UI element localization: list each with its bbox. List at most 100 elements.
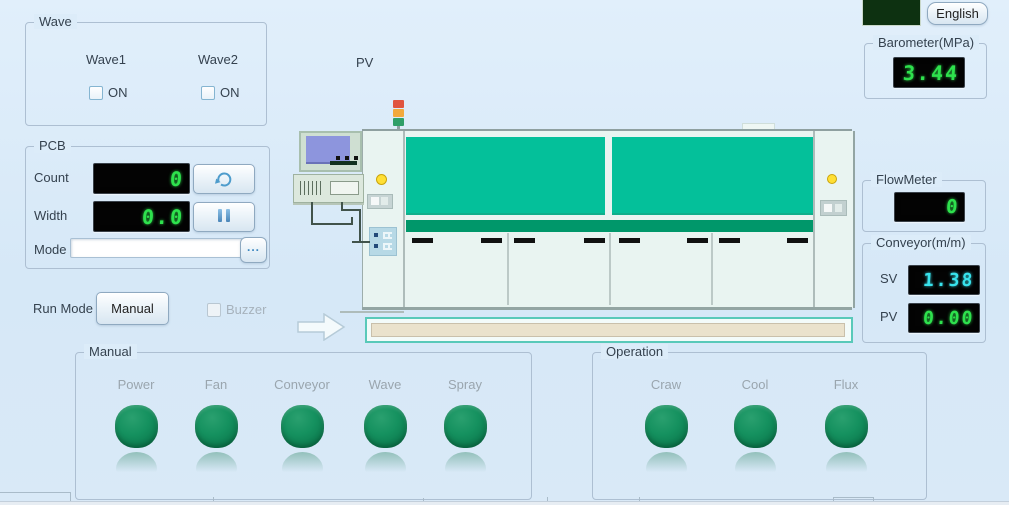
barometer-display: 3.44	[893, 57, 965, 88]
manual-wave-button[interactable]: Wave	[343, 377, 427, 478]
conveyor-sv-label: SV	[880, 271, 897, 286]
flowmeter-title: FlowMeter	[871, 172, 942, 187]
sphere-reflection	[365, 452, 406, 478]
pcb-mode-browse-button[interactable]: ...	[240, 237, 267, 263]
flux-sphere-button[interactable]	[825, 405, 868, 448]
power-sphere-button[interactable]	[115, 405, 158, 448]
pc-monitor-icon	[299, 131, 362, 172]
operation-flux-button[interactable]: Flux	[804, 377, 888, 478]
cabinet-door-divider	[609, 233, 611, 305]
conveyor-sv-display: 1.38	[908, 265, 980, 295]
pcb-group: PCB Count 0 Width 0.0 Mode ...	[25, 146, 270, 269]
door-handle	[412, 238, 433, 243]
fan-sphere-button[interactable]	[195, 405, 238, 448]
operation-cool-button[interactable]: Cool	[713, 377, 797, 478]
chassis-display-slot	[330, 181, 359, 195]
cabinet-door-divider	[507, 233, 509, 305]
chassis-vents	[300, 181, 324, 195]
run-mode-button[interactable]: Manual	[96, 292, 169, 325]
door-handle	[687, 238, 708, 243]
language-button[interactable]: English	[927, 2, 988, 25]
conveyor-title: Conveyor(m/m)	[871, 235, 971, 250]
spray-sphere-button[interactable]	[444, 405, 487, 448]
machine-bottom-step	[340, 311, 404, 313]
pcb-width-pause-button[interactable]	[193, 202, 255, 232]
wave2-on-checkbox[interactable]: ON	[201, 85, 240, 100]
craw-sphere-button[interactable]	[645, 405, 688, 448]
teal-panel-right	[612, 137, 813, 215]
cool-sphere-button[interactable]	[734, 405, 777, 448]
tower-light-icon	[393, 100, 404, 132]
checkbox-icon[interactable]	[207, 303, 221, 317]
indicator-lamp-icon	[827, 174, 837, 184]
operation-group: Operation Craw Cool Flux	[592, 352, 927, 500]
pcb-width-label: Width	[34, 208, 67, 223]
machine-pv-label: PV	[356, 55, 373, 70]
bottom-panel-edge	[833, 497, 874, 498]
conveyor-pv-display: 0.00	[908, 303, 980, 333]
operation-group-title: Operation	[601, 344, 668, 359]
manual-conveyor-button[interactable]: Conveyor	[260, 377, 344, 478]
wave-group: Wave Wave1 Wave2 ON ON	[25, 22, 267, 126]
buzzer-checkbox[interactable]: Buzzer	[207, 302, 266, 317]
conveyor-track	[365, 317, 853, 343]
reset-icon	[214, 170, 234, 188]
wave1-label: Wave1	[61, 52, 151, 67]
manual-power-button[interactable]: Power	[94, 377, 178, 478]
pcb-mode-input[interactable]	[70, 238, 243, 258]
door-handle	[619, 238, 640, 243]
wave1-on-checkbox[interactable]: ON	[89, 85, 128, 100]
operation-craw-button[interactable]: Craw	[624, 377, 708, 478]
door-handle	[719, 238, 740, 243]
language-button-label: English	[936, 6, 979, 21]
bottom-panel-edge	[0, 492, 70, 493]
teal-panel-left	[406, 137, 605, 215]
conveyor-sphere-button[interactable]	[281, 405, 324, 448]
logo-box	[862, 0, 921, 26]
pcb-width-display: 0.0	[93, 201, 190, 232]
door-handle	[787, 238, 808, 243]
run-mode-label: Run Mode	[33, 301, 93, 316]
cabinet-door-divider	[711, 233, 713, 305]
pause-icon	[216, 209, 232, 225]
checkbox-icon[interactable]	[89, 86, 103, 100]
pcb-count-display: 0	[93, 163, 190, 194]
pcb-count-label: Count	[34, 170, 69, 185]
machine-bottom-edge	[362, 307, 852, 310]
conveyor-pv-label: PV	[880, 309, 897, 324]
sphere-reflection	[735, 452, 776, 478]
machine-green-strip	[406, 220, 813, 232]
bottom-strip	[0, 501, 1009, 505]
pcb-group-title: PCB	[34, 138, 71, 153]
sphere-reflection	[646, 452, 687, 478]
cable-wires	[290, 196, 380, 256]
machine-left-column-divider	[403, 131, 405, 308]
pcb-mode-label: Mode	[34, 242, 67, 257]
barometer-title: Barometer(MPa)	[873, 35, 979, 50]
manual-group-title: Manual	[84, 344, 137, 359]
checkbox-icon[interactable]	[201, 86, 215, 100]
door-handle	[584, 238, 605, 243]
conveyor-group: Conveyor(m/m) SV 1.38 PV 0.00	[862, 243, 986, 343]
pcb-count-reset-button[interactable]	[193, 164, 255, 194]
pc-keyboard-icon	[330, 161, 357, 165]
pc-keyboard-keys	[336, 156, 358, 160]
sphere-reflection	[116, 452, 157, 478]
hmi-screen: English Barometer(MPa) 3.44 FlowMeter 0 …	[0, 0, 1009, 505]
indicator-lamp-icon	[376, 174, 387, 185]
flowmeter-group: FlowMeter 0	[862, 180, 986, 232]
manual-spray-button[interactable]: Spray	[423, 377, 507, 478]
sphere-reflection	[196, 452, 237, 478]
wave-sphere-button[interactable]	[364, 405, 407, 448]
wave2-label: Wave2	[173, 52, 263, 67]
sphere-reflection	[826, 452, 867, 478]
machine-right-column-divider	[813, 131, 815, 308]
switch-box-icon	[820, 200, 847, 216]
wave-group-title: Wave	[34, 14, 77, 29]
run-mode-button-label: Manual	[111, 301, 154, 316]
manual-group: Manual Power Fan Conveyor Wave Spray	[75, 352, 532, 500]
sphere-reflection	[445, 452, 486, 478]
ellipsis-icon: ...	[247, 244, 260, 256]
manual-fan-button[interactable]: Fan	[174, 377, 258, 478]
sphere-reflection	[282, 452, 323, 478]
